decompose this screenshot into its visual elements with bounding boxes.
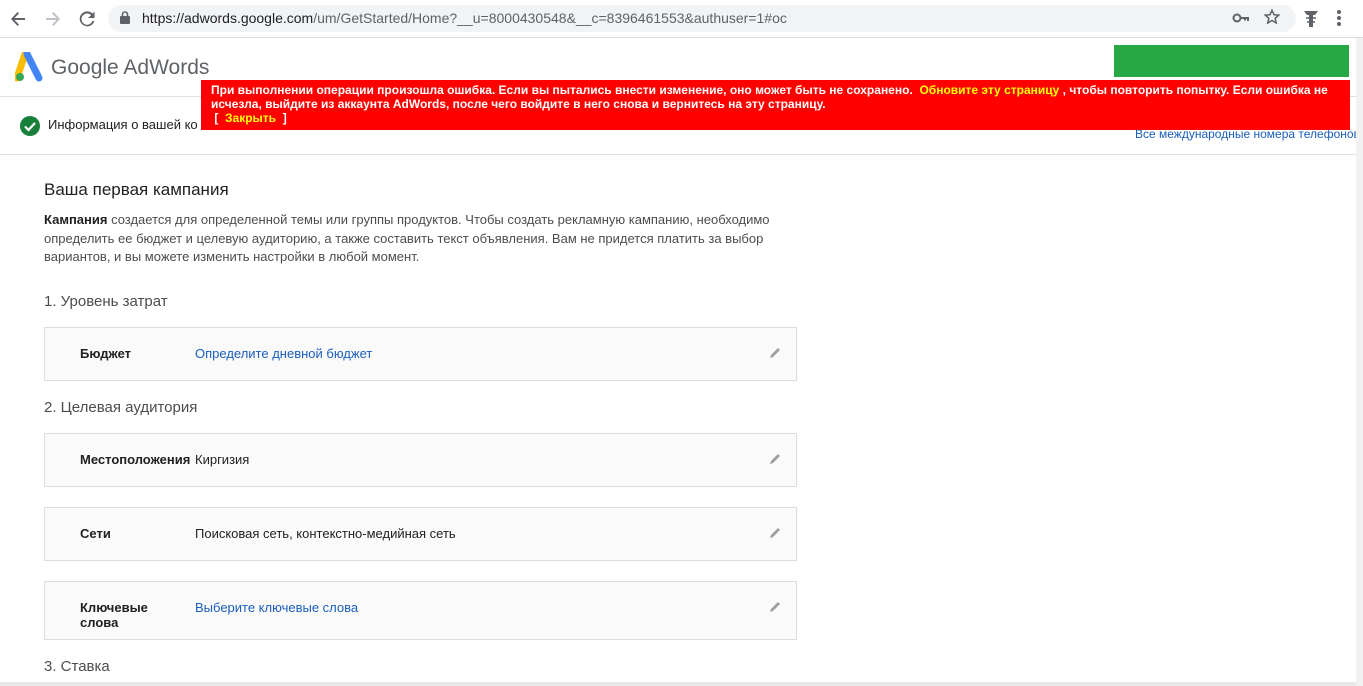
bracket-open: [ xyxy=(214,111,219,125)
page-title: Ваша первая кампания xyxy=(44,180,229,199)
networks-value: Поисковая сеть, контекстно-медийная сеть xyxy=(195,526,456,541)
error-banner: При выполнении операции произошла ошибка… xyxy=(201,80,1350,130)
intro-body: создается для определенной темы или груп… xyxy=(44,212,770,264)
url-host: https://adwords.google.com xyxy=(142,10,314,26)
adwords-logo-icon[interactable] xyxy=(13,50,45,82)
forward-icon[interactable] xyxy=(42,8,64,30)
campaign-setup: Ваша первая кампания Кампания создается … xyxy=(44,168,804,675)
section-audience: 2. Целевая аудитория xyxy=(44,399,198,416)
intro-bold: Кампания xyxy=(44,212,108,227)
section-bid: 3. Ставка xyxy=(44,658,110,675)
keywords-label: Ключевые слова xyxy=(80,600,148,630)
networks-label: Сети xyxy=(80,526,111,541)
page-scrollbar[interactable] xyxy=(1356,38,1363,686)
keywords-row[interactable]: Ключевые слова Выберите ключевые слова xyxy=(44,581,797,640)
locations-label: Местоположения xyxy=(80,452,191,467)
budget-row[interactable]: Бюджет Определите дневной бюджет xyxy=(44,327,797,381)
star-icon[interactable] xyxy=(1263,8,1281,31)
back-icon[interactable] xyxy=(7,8,29,30)
edit-networks-icon[interactable] xyxy=(768,526,782,540)
menu-icon[interactable] xyxy=(1336,8,1342,33)
budget-label: Бюджет xyxy=(80,346,131,361)
url-text: https://adwords.google.com/um/GetStarted… xyxy=(142,10,787,26)
address-bar[interactable]: https://adwords.google.com/um/GetStarted… xyxy=(108,5,1296,32)
locations-value: Киргизия xyxy=(195,452,250,467)
account-banner xyxy=(1114,45,1349,77)
reload-icon[interactable] xyxy=(76,8,98,30)
section-spend: 1. Уровень затрат xyxy=(44,293,168,310)
budget-link[interactable]: Определите дневной бюджет xyxy=(195,346,372,361)
check-circle-icon xyxy=(19,115,41,137)
step-business-info[interactable]: Информация о вашей ко xyxy=(48,117,198,132)
error-text-1: При выполнении операции произошла ошибка… xyxy=(211,83,913,97)
extension-icon[interactable] xyxy=(1300,8,1322,30)
keywords-link[interactable]: Выберите ключевые слова xyxy=(195,600,358,615)
locations-row[interactable]: Местоположения Киргизия xyxy=(44,433,797,487)
refresh-page-link[interactable]: Обновите эту страницу xyxy=(919,83,1059,97)
edit-locations-icon[interactable] xyxy=(768,452,782,466)
url-path: /um/GetStarted/Home?__u=8000430548&__c=8… xyxy=(313,10,787,26)
edit-keywords-icon[interactable] xyxy=(768,600,782,614)
networks-row[interactable]: Сети Поисковая сеть, контекстно-медийная… xyxy=(44,507,797,561)
lock-icon xyxy=(120,11,130,24)
horizontal-scrollbar[interactable] xyxy=(0,682,1356,686)
bracket-close: ] xyxy=(282,111,287,125)
browser-toolbar: https://adwords.google.com/um/GetStarted… xyxy=(0,0,1363,38)
key-icon[interactable] xyxy=(1232,9,1250,32)
logo-text[interactable]: Google AdWords xyxy=(51,56,209,80)
intro-text: Кампания создается для определенной темы… xyxy=(44,211,774,267)
edit-budget-icon[interactable] xyxy=(768,346,782,360)
close-error-link[interactable]: Закрыть xyxy=(225,111,276,125)
